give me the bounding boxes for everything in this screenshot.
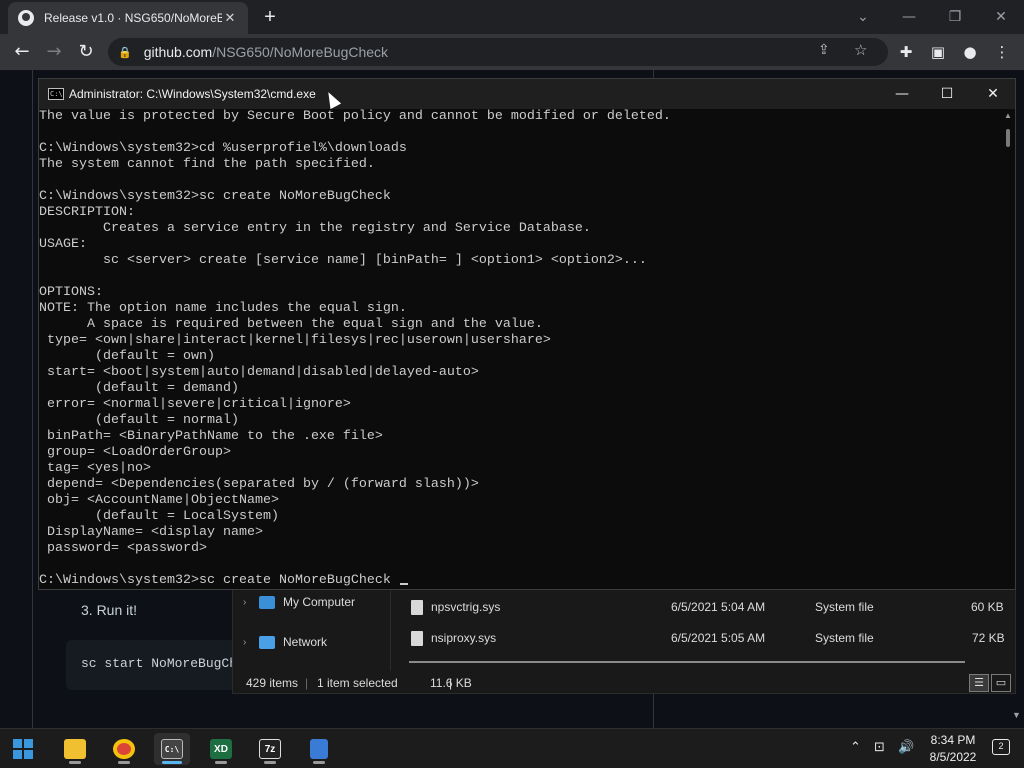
nav-item-label: My Computer: [283, 595, 356, 609]
cmd-window-title: Administrator: C:\Windows\System32\cmd.e…: [69, 87, 316, 101]
browser-tabstrip: Release v1.0 · NSG650/NoMoreB ✕ + ⌄ — ❐ …: [0, 0, 1024, 34]
extensions-icon[interactable]: ✚: [893, 39, 919, 65]
reload-button[interactable]: ↻: [73, 39, 99, 65]
file-date: 6/5/2021 5:04 AM: [671, 600, 766, 614]
chevron-right-icon[interactable]: ›: [243, 637, 259, 648]
taskbar-xd[interactable]: XD: [203, 733, 239, 765]
url-host: github.com: [143, 44, 213, 60]
new-tab-button[interactable]: +: [258, 5, 282, 29]
show-hidden-icons-chevron-icon[interactable]: ⌃: [850, 740, 861, 755]
nav-item-label: Network: [283, 635, 328, 649]
taskbar-7zip[interactable]: 7z: [252, 733, 288, 765]
console-output: The value is protected by Secure Boot po…: [39, 109, 671, 588]
scrollbar-thumb[interactable]: [1006, 129, 1010, 147]
browser-restore-button[interactable]: ❐: [932, 4, 978, 30]
profile-icon[interactable]: ●: [957, 39, 983, 65]
running-indicator: [118, 761, 130, 764]
file-explorer-window: › My Computer › Network npsvctrig.sys 6/…: [232, 588, 1016, 694]
volume-icon[interactable]: 🔊: [898, 740, 914, 755]
nav-item-network[interactable]: › Network: [243, 631, 327, 653]
taskbar-chrome[interactable]: [106, 733, 142, 765]
running-indicator: [215, 761, 227, 764]
network-icon: [259, 635, 275, 649]
running-indicator: [162, 761, 182, 764]
network-status-icon[interactable]: ⊡: [874, 740, 885, 755]
computer-icon: [259, 595, 275, 609]
lock-icon[interactable]: 🔒: [118, 46, 132, 59]
back-button[interactable]: ←: [9, 39, 35, 65]
menu-kebab-icon[interactable]: ⋮: [989, 39, 1015, 65]
chrome-icon: [113, 739, 135, 759]
address-bar[interactable]: 🔒 github.com/NSG650/NoMoreBugCheck ⇪ ☆: [108, 38, 888, 66]
file-size: 72 KB: [972, 631, 1005, 645]
status-divider: |: [449, 676, 453, 690]
file-row[interactable]: nsiproxy.sys 6/5/2021 5:05 AM System fil…: [409, 627, 1009, 649]
folder-icon: [64, 739, 86, 759]
running-indicator: [313, 761, 325, 764]
text-cursor: [399, 583, 408, 585]
browser-minimize-button[interactable]: —: [886, 4, 932, 30]
system-file-icon: [411, 631, 423, 646]
file-name: npsvctrig.sys: [431, 600, 501, 614]
system-file-icon: [411, 600, 423, 615]
github-icon: [18, 10, 34, 26]
terminal-icon: C:\: [161, 739, 183, 759]
file-row[interactable]: npsvctrig.sys 6/5/2021 5:04 AM System fi…: [409, 596, 1009, 618]
running-indicator: [264, 761, 276, 764]
scroll-up-arrow-icon[interactable]: ▲: [1004, 111, 1012, 120]
notepad-icon: [310, 739, 328, 759]
bookmark-star-icon[interactable]: ☆: [854, 41, 867, 59]
cmd-minimize-button[interactable]: —: [879, 81, 925, 107]
navigation-pane: › My Computer › Network: [233, 589, 391, 671]
tab-search-icon[interactable]: ⌄: [840, 4, 886, 30]
browser-toolbar: ← → ↻ 🔒 github.com/NSG650/NoMoreBugCheck…: [0, 34, 1024, 70]
console-output-area[interactable]: The value is protected by Secure Boot po…: [39, 109, 1001, 589]
tab-close-icon[interactable]: ✕: [222, 10, 238, 26]
url-path: /NSG650/NoMoreBugCheck: [212, 44, 389, 60]
cmd-close-button[interactable]: ✕: [970, 81, 1016, 107]
system-clock[interactable]: 8:34 PM 8/5/2022: [918, 732, 988, 766]
taskbar-notepad[interactable]: [301, 733, 337, 765]
excel-icon: XD: [210, 739, 232, 759]
selection-count: 1 item selected: [317, 676, 398, 690]
cmd-maximize-button[interactable]: ☐: [924, 81, 970, 107]
forward-button[interactable]: →: [41, 39, 67, 65]
cmd-icon[interactable]: C:\: [48, 88, 64, 100]
file-size: 60 KB: [971, 600, 1004, 614]
clock-date: 8/5/2022: [929, 750, 977, 764]
clock-time: 8:34 PM: [930, 733, 976, 747]
item-count: 429 items: [246, 676, 299, 690]
horizontal-scrollbar[interactable]: [409, 661, 965, 663]
browser-tab[interactable]: Release v1.0 · NSG650/NoMoreB ✕: [8, 2, 248, 34]
tab-title: Release v1.0 · NSG650/NoMoreB: [44, 11, 222, 25]
file-type: System file: [815, 600, 874, 614]
details-view-button[interactable]: ☰: [969, 674, 989, 692]
cmd-window: C:\ Administrator: C:\Windows\System32\c…: [38, 78, 1016, 590]
file-name: nsiproxy.sys: [431, 631, 497, 645]
taskbar: C:\ XD 7z ⌃ ⊡ 🔊 8:34 PM 8/5/2022 2: [0, 728, 1024, 768]
browser-close-button[interactable]: ✕: [978, 4, 1024, 30]
status-bar: 429 items | 1 item selected 11.6 KB | ☰ …: [233, 671, 1017, 695]
chevron-right-icon[interactable]: ›: [243, 597, 259, 608]
file-date: 6/5/2021 5:05 AM: [671, 631, 766, 645]
nav-item-my-computer[interactable]: › My Computer: [243, 591, 355, 613]
share-icon[interactable]: ⇪: [818, 41, 830, 58]
cmd-scrollbar[interactable]: ▲: [1001, 109, 1015, 589]
scroll-down-arrow-icon[interactable]: ▼: [1012, 710, 1021, 720]
taskbar-file-explorer[interactable]: [57, 733, 93, 765]
side-panel-icon[interactable]: ▣: [925, 39, 951, 65]
large-icons-view-button[interactable]: ▭: [991, 674, 1011, 692]
start-button[interactable]: [5, 733, 41, 765]
file-type: System file: [815, 631, 874, 645]
windows-start-icon: [13, 739, 33, 759]
cmd-titlebar[interactable]: C:\ Administrator: C:\Windows\System32\c…: [39, 79, 1015, 109]
status-divider: |: [305, 676, 309, 690]
taskbar-terminal[interactable]: C:\: [154, 733, 190, 765]
7zip-icon: 7z: [259, 739, 281, 759]
instruction-step: 3. Run it!: [81, 602, 138, 618]
running-indicator: [69, 761, 81, 764]
notification-center-icon[interactable]: 2: [992, 739, 1010, 755]
